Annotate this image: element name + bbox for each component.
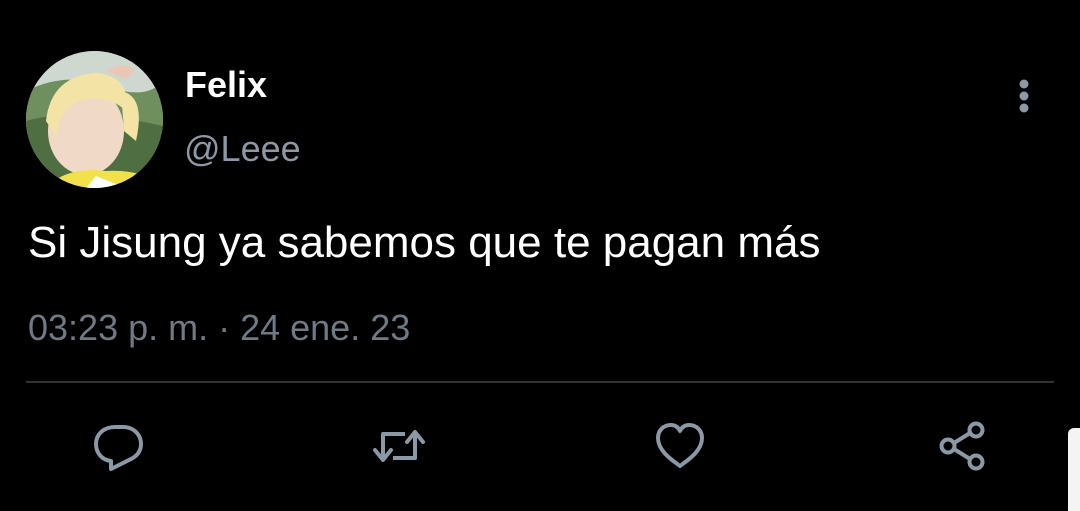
share-button[interactable] bbox=[934, 418, 990, 474]
reply-button[interactable] bbox=[91, 418, 147, 474]
display-name[interactable]: Felix bbox=[185, 64, 267, 106]
divider bbox=[26, 381, 1054, 383]
tweet-timestamp[interactable]: 03:23 p. m. · 24 ene. 23 bbox=[28, 307, 410, 349]
share-icon bbox=[939, 421, 985, 471]
more-options-button[interactable] bbox=[1004, 74, 1044, 118]
more-vertical-icon bbox=[1019, 79, 1029, 113]
user-handle[interactable]: @Leee bbox=[184, 128, 301, 170]
retweet-icon bbox=[373, 430, 425, 462]
retweet-button[interactable] bbox=[371, 418, 427, 474]
comment-icon bbox=[94, 425, 143, 471]
scrollbar-edge bbox=[1068, 428, 1080, 511]
tweet-text: Si Jisung ya sabemos que te pagan más bbox=[28, 218, 821, 267]
avatar[interactable] bbox=[26, 51, 163, 188]
avatar-image bbox=[26, 51, 163, 188]
heart-icon bbox=[656, 423, 704, 468]
like-button[interactable] bbox=[652, 418, 708, 474]
